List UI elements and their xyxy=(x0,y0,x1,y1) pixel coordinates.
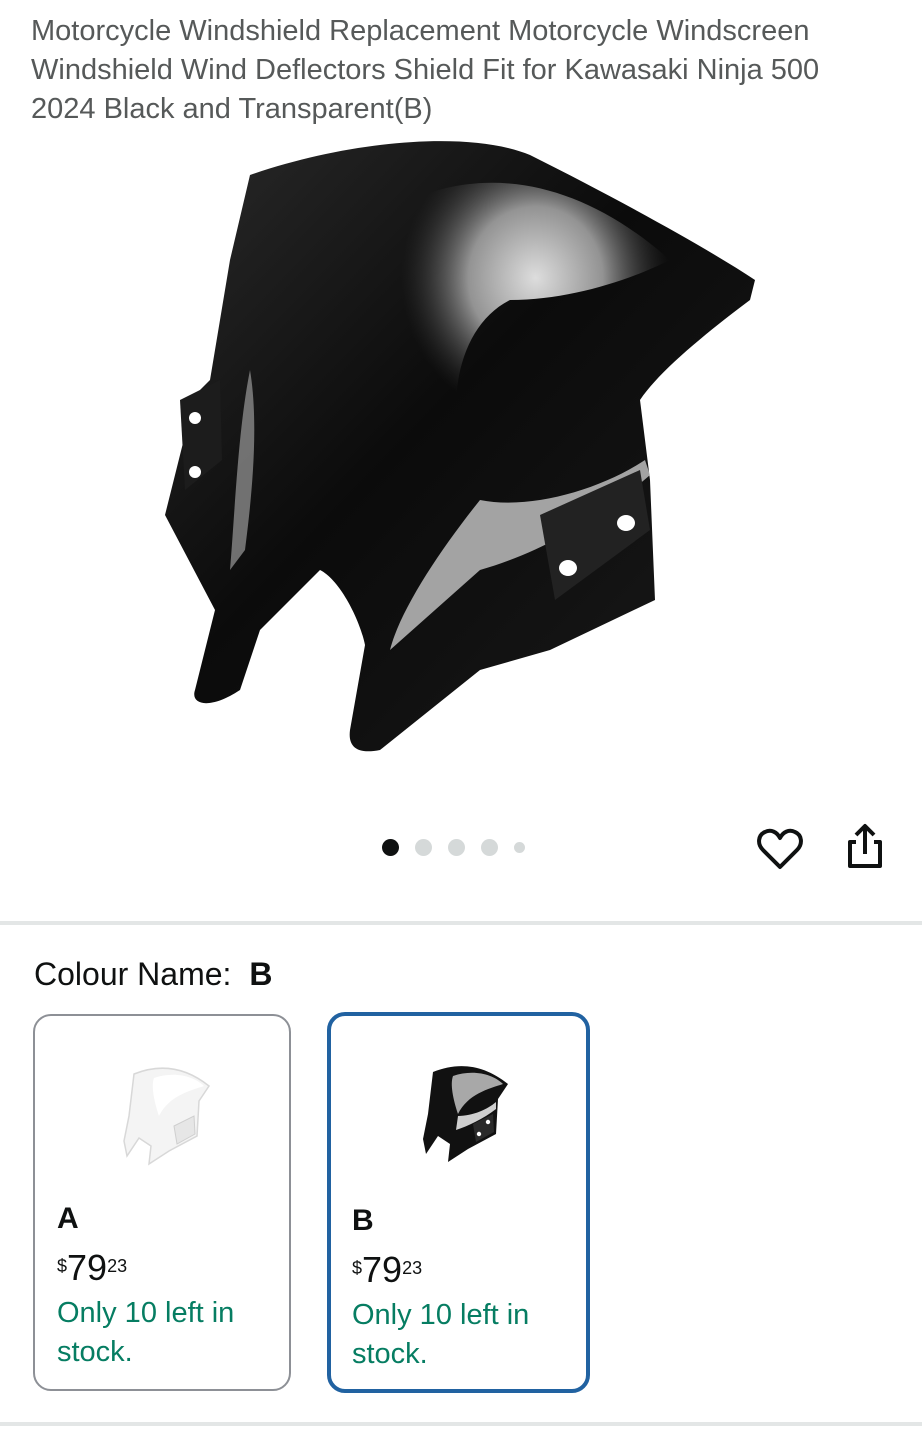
product-image[interactable] xyxy=(150,130,770,770)
option-b-thumbnail xyxy=(423,1066,508,1162)
pagination-dot-4[interactable] xyxy=(481,838,498,856)
colour-selected-value: B xyxy=(249,956,273,992)
option-a-stock: Only 10 left in stock. xyxy=(57,1297,235,1368)
option-a-price: $7923 xyxy=(57,1248,127,1289)
colour-option-a[interactable]: A $7923 Only 10 left in stock. xyxy=(33,1014,291,1391)
option-b-name: B xyxy=(352,1204,374,1237)
colour-option-b[interactable]: B $7923 Only 10 left in stock. xyxy=(327,1012,590,1393)
pagination-dot-1[interactable] xyxy=(382,838,399,856)
option-a-name: A xyxy=(57,1202,79,1235)
pagination-dot-3[interactable] xyxy=(448,838,465,856)
share-icon[interactable] xyxy=(839,822,891,874)
product-title: Motorcycle Windshield Replacement Motorc… xyxy=(31,15,820,125)
option-b-price-fraction: 23 xyxy=(402,1258,423,1278)
section-divider xyxy=(0,921,922,925)
option-b-price: $7923 xyxy=(352,1250,422,1291)
colour-label: Colour Name: xyxy=(34,956,232,992)
option-a-currency: $ xyxy=(57,1256,68,1276)
section-divider-bottom xyxy=(0,1422,922,1426)
option-b-currency: $ xyxy=(352,1258,363,1278)
option-a-price-fraction: 23 xyxy=(107,1256,128,1276)
option-a-price-whole: 79 xyxy=(67,1247,108,1288)
image-pagination[interactable] xyxy=(382,836,525,858)
pagination-dot-5[interactable] xyxy=(514,841,525,853)
colour-selector-label: Colour Name: B xyxy=(34,954,273,994)
option-b-stock: Only 10 left in stock. xyxy=(352,1299,530,1370)
heart-icon[interactable] xyxy=(754,823,806,875)
option-b-price-whole: 79 xyxy=(362,1249,403,1290)
option-a-thumbnail xyxy=(123,1067,211,1166)
pagination-dot-2[interactable] xyxy=(415,838,432,856)
